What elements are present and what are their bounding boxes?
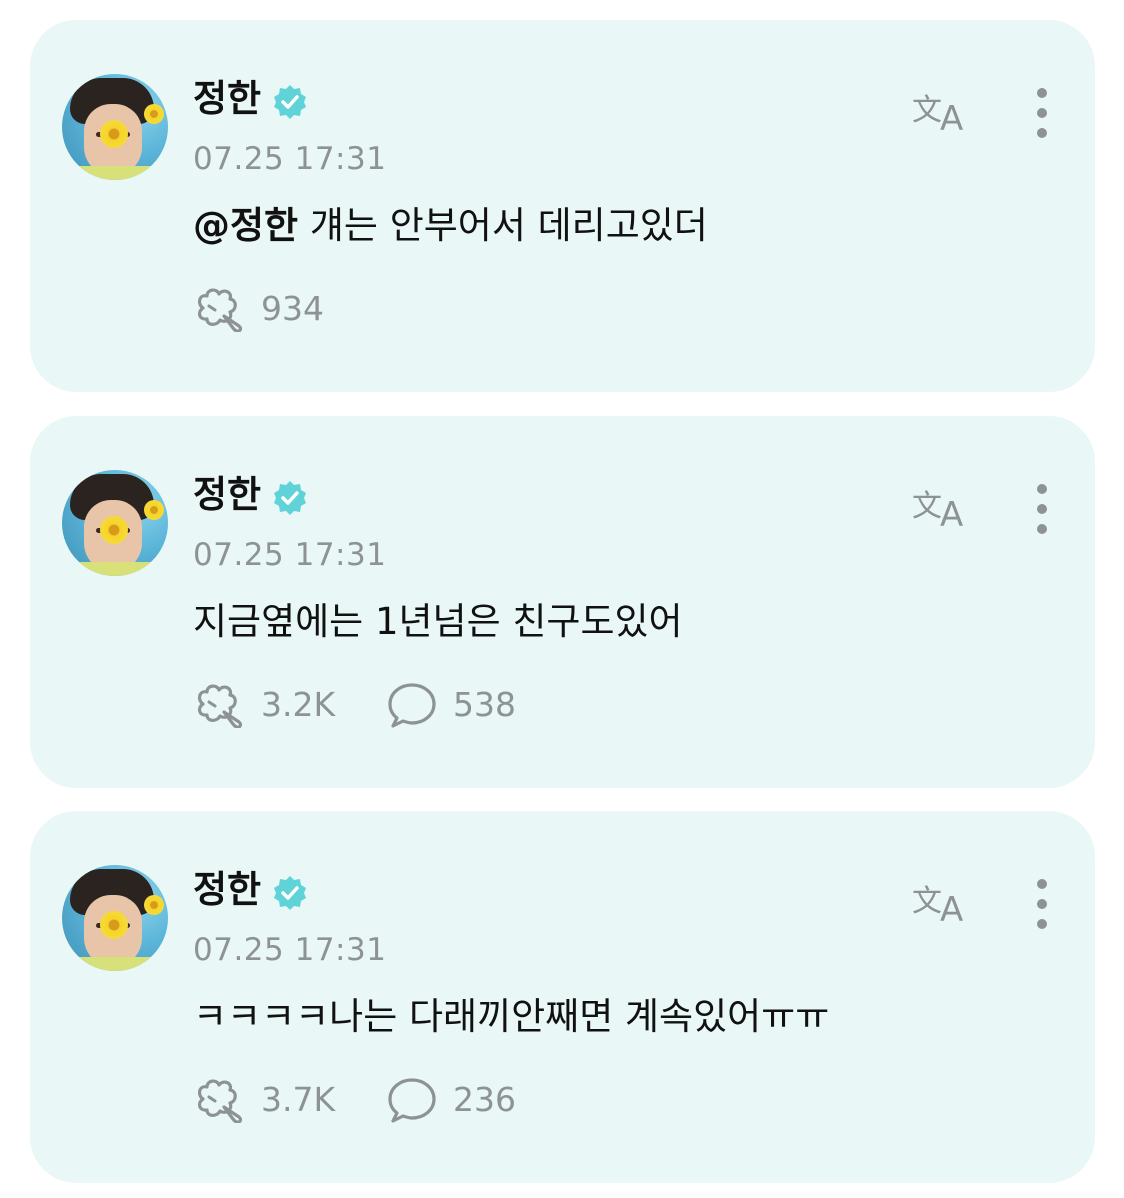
avatar[interactable]	[62, 865, 168, 971]
more-vertical-icon[interactable]	[1030, 482, 1054, 536]
more-vertical-icon[interactable]	[1030, 877, 1054, 931]
svg-text:文: 文	[912, 489, 942, 524]
post-timestamp: 07.25 17:31	[193, 537, 387, 573]
post-text: ㅋㅋㅋㅋ나는 다래끼안째면 계속있어ㅠㅠ	[193, 995, 830, 1038]
svg-text:A: A	[940, 99, 963, 134]
post-card[interactable]: 정한 07.25 17:31 @정한 걔는 안부어서 데리고있더 文 A 934	[30, 20, 1095, 392]
author-name[interactable]: 정한	[193, 866, 261, 914]
mention-link[interactable]: @정한	[193, 204, 298, 247]
comment-count: 538	[453, 685, 516, 724]
avatar[interactable]	[62, 470, 168, 576]
comment-button[interactable]: 538	[385, 682, 516, 728]
verified-badge-icon	[274, 85, 306, 119]
post-content: 지금옆에는 1년넘은 친구도있어	[193, 597, 683, 647]
svg-text:A: A	[940, 890, 963, 925]
like-count: 934	[261, 289, 324, 328]
verified-badge-icon	[274, 481, 306, 515]
post-text: 걔는 안부어서 데리고있더	[298, 204, 708, 247]
like-count: 3.7K	[261, 1080, 336, 1119]
post-timestamp: 07.25 17:31	[193, 141, 387, 177]
post-card[interactable]: 정한 07.25 17:31 지금옆에는 1년넘은 친구도있어 文 A 3.2K…	[30, 416, 1095, 788]
verified-badge-icon	[274, 876, 306, 910]
like-button[interactable]: 934	[193, 286, 324, 332]
flower-like-icon	[197, 684, 243, 728]
post-content: ㅋㅋㅋㅋ나는 다래끼안째면 계속있어ㅠㅠ	[193, 992, 829, 1042]
translate-icon[interactable]: 文 A	[910, 877, 974, 925]
svg-text:文: 文	[912, 884, 942, 919]
svg-text:A: A	[940, 495, 963, 530]
translate-icon[interactable]: 文 A	[910, 482, 974, 530]
author-name[interactable]: 정한	[193, 471, 261, 519]
flower-like-icon	[197, 1079, 243, 1123]
svg-text:文: 文	[912, 93, 942, 128]
avatar[interactable]	[62, 74, 168, 180]
like-button[interactable]: 3.7K	[193, 1077, 335, 1123]
like-count: 3.2K	[261, 685, 336, 724]
post-text: 지금옆에는 1년넘은 친구도있어	[193, 600, 683, 643]
comment-count: 236	[453, 1080, 516, 1119]
author-name[interactable]: 정한	[193, 75, 261, 123]
post-timestamp: 07.25 17:31	[193, 932, 387, 968]
comment-button[interactable]: 236	[385, 1077, 516, 1123]
translate-icon[interactable]: 文 A	[910, 86, 974, 134]
flower-like-icon	[197, 288, 243, 332]
more-vertical-icon[interactable]	[1030, 86, 1054, 140]
comment-bubble-icon	[388, 1078, 436, 1123]
comment-bubble-icon	[388, 683, 436, 728]
post-content: @정한 걔는 안부어서 데리고있더	[193, 201, 708, 251]
post-card[interactable]: 정한 07.25 17:31 ㅋㅋㅋㅋ나는 다래끼안째면 계속있어ㅠㅠ 文 A …	[30, 811, 1095, 1183]
like-button[interactable]: 3.2K	[193, 682, 335, 728]
